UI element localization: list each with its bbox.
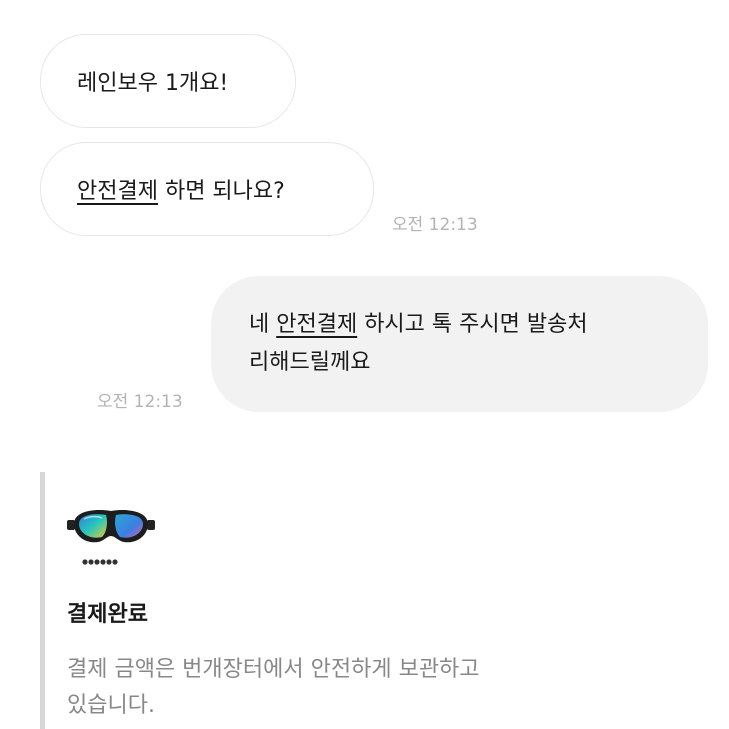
message-timestamp: 오전 12:13 (392, 215, 478, 235)
safe-payment-link[interactable]: 안전결제 (77, 173, 158, 205)
card-title: 결제완료 (67, 602, 148, 627)
card-description-line: 결제 금액은 번개장터에서 안전하게 보관하고 (67, 657, 480, 682)
ski-goggles-image (67, 510, 155, 565)
card-description-line: 있습니다. (67, 693, 155, 718)
message-timestamp: 오전 12:13 (97, 392, 183, 412)
message-text: 네 (249, 312, 277, 337)
card-description: 결제 금액은 번개장터에서 안전하게 보관하고 있습니다. (67, 652, 480, 724)
incoming-message-bubble: 레인보우 1개요! (40, 34, 296, 128)
card-accent-bar (40, 472, 45, 729)
payment-complete-card[interactable]: 결제완료 결제 금액은 번개장터에서 안전하게 보관하고 있습니다. (40, 472, 600, 729)
incoming-message-bubble: 안전결제 하면 되나요? (40, 142, 374, 236)
message-text: 리해드릴께요 (249, 350, 371, 375)
outgoing-message-bubble: 네 안전결제 하시고 톡 주시면 발송처 리해드릴께요 (211, 276, 708, 412)
message-text: 하면 되나요? (157, 179, 285, 204)
safe-payment-link[interactable]: 안전결제 (276, 312, 357, 337)
message-line: 네 안전결제 하시고 톡 주시면 발송처 (249, 306, 684, 344)
message-text: 하시고 톡 주시면 발송처 (357, 312, 588, 337)
message-text: 레인보우 1개요! (77, 71, 229, 96)
